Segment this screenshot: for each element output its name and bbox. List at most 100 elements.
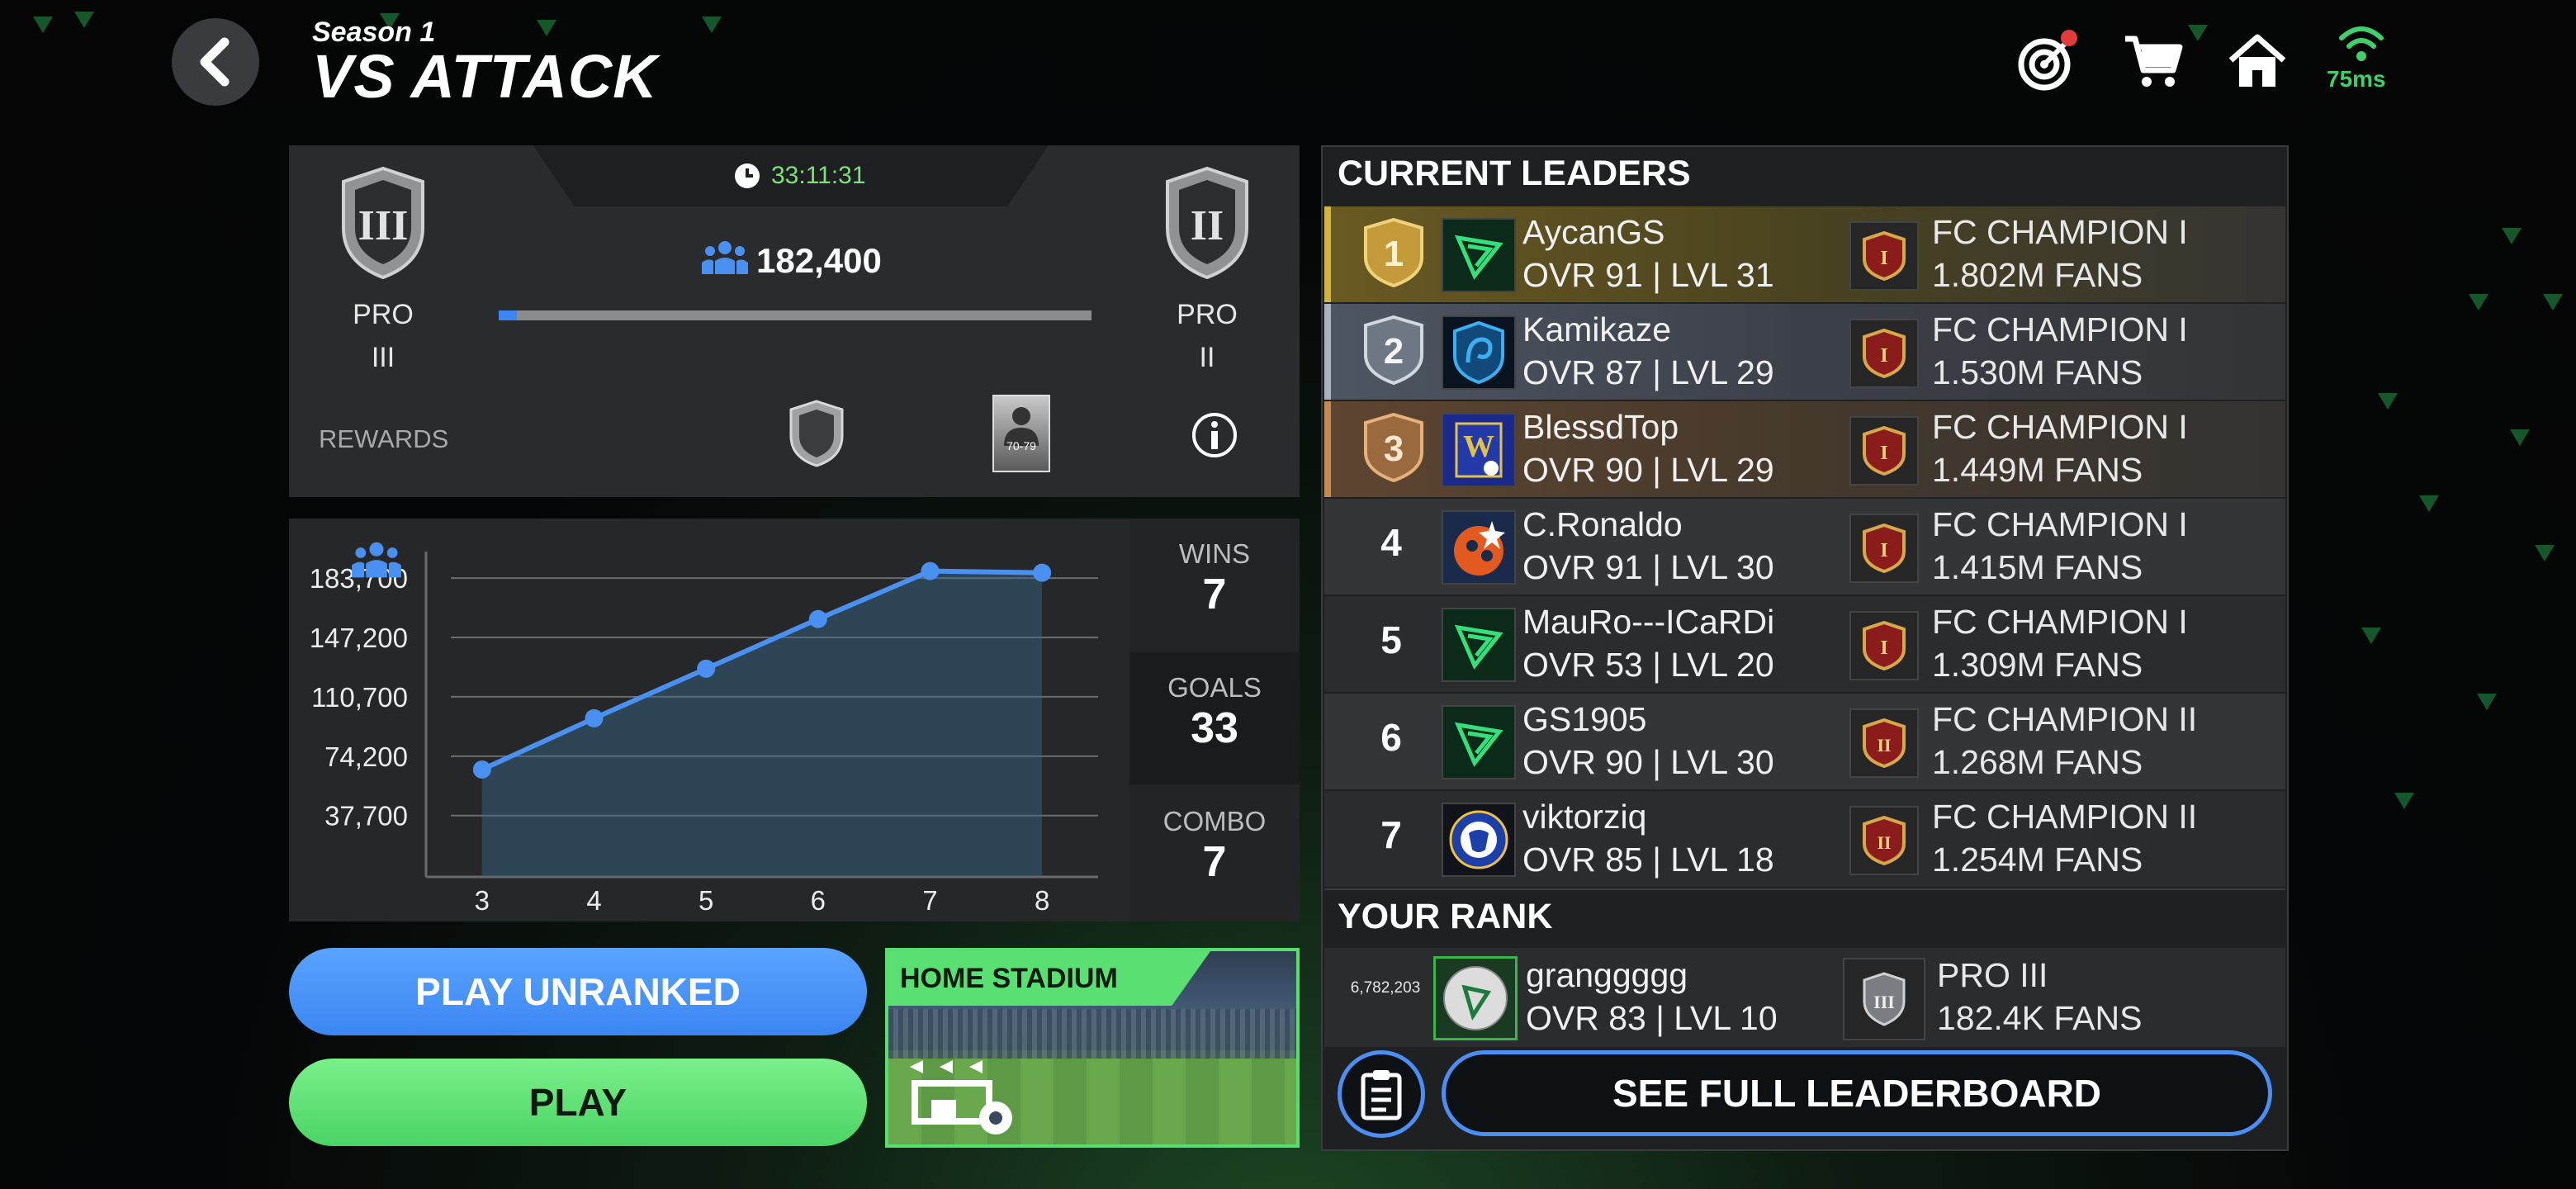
info-button[interactable] [1191, 411, 1238, 463]
leader-stats: OVR 91 | LVL 31 [1522, 256, 1774, 294]
leader-fans: 1.309M FANS [1932, 646, 2143, 684]
next-rank-level: II [1199, 342, 1215, 373]
leader-stats: OVR 90 | LVL 29 [1522, 451, 1774, 489]
leader-position: 6 [1380, 716, 1402, 759]
fans-icon [700, 238, 750, 280]
leader-name: GS1905 [1522, 700, 1647, 738]
your-rank-row[interactable]: 6,782,203 granggggg OVR 83 | LVL 10 III … [1324, 948, 2285, 1047]
leader-stats: OVR 85 | LVL 18 [1522, 841, 1774, 879]
leader-stats: OVR 87 | LVL 29 [1522, 353, 1774, 391]
pro-iii-shield-icon: III [340, 165, 426, 285]
leader-row[interactable]: 5 MauRo---ICaRDi OVR 53 | LVL 20 I FC CH… [1324, 596, 2285, 692]
svg-text:III: III [358, 202, 409, 249]
reward-shield-icon[interactable] [788, 400, 845, 471]
club-crest-icon [1442, 510, 1516, 585]
leader-row[interactable]: 4 C.Ronaldo OVR 91 | LVL 30 I FC CHAMPIO… [1324, 499, 2285, 594]
svg-text:I: I [1880, 345, 1887, 367]
fc-champion-badge-icon: I [1849, 611, 1919, 680]
clipboard-icon [1361, 1070, 1402, 1120]
leader-row[interactable]: 3 W BlessdTop OVR 90 | LVL 29 I FC CHAMP… [1324, 401, 2285, 497]
leader-position: 2 [1384, 331, 1404, 372]
club-crest-icon [1442, 218, 1516, 292]
data-point [808, 609, 827, 628]
y-tick-label: 147,200 [310, 623, 408, 653]
season-progress-bar [499, 310, 1091, 320]
play-unranked-button[interactable]: PLAY UNRANKED [289, 948, 867, 1035]
fc-champion-badge-icon: I [1849, 416, 1919, 486]
club-crest-icon [1442, 608, 1516, 682]
your-fans: 182.4K FANS [1937, 999, 2143, 1037]
svg-text:II: II [1877, 735, 1891, 756]
leader-name: MauRo---ICaRDi [1522, 603, 1775, 641]
leader-position: 4 [1380, 521, 1402, 564]
leader-stats: OVR 91 | LVL 30 [1522, 548, 1774, 586]
back-button[interactable] [172, 18, 259, 106]
wifi-icon [2338, 23, 2384, 67]
club-crest-icon [1442, 315, 1516, 390]
y-tick-label: 37,700 [324, 801, 408, 831]
x-tick-label: 6 [811, 885, 826, 916]
page-title: VS ATTACK [312, 42, 658, 111]
leader-row[interactable]: 7 viktorziq OVR 85 | LVL 18 II FC CHAMPI… [1324, 791, 2285, 887]
goals-label: GOALS [1167, 672, 1262, 703]
stadium-edit-icon [902, 1042, 1025, 1144]
fc-champion-badge-icon: I [1849, 319, 1919, 388]
leader-division: FC CHAMPION I [1932, 603, 2188, 641]
y-tick-label: 74,200 [324, 741, 408, 772]
next-rank-tier: PRO [1177, 299, 1238, 330]
fc-champion-badge-icon: I [1849, 514, 1919, 583]
leader-position: 5 [1380, 618, 1402, 661]
pro-ii-shield-icon: II [1164, 165, 1250, 285]
x-tick-label: 5 [698, 885, 713, 916]
x-tick-label: 4 [586, 885, 601, 916]
chevron-left-icon [200, 37, 230, 87]
store-button[interactable] [2120, 28, 2186, 94]
gold-accent [1324, 206, 1331, 302]
combo-label: COMBO [1163, 806, 1267, 836]
objectives-button[interactable] [2015, 28, 2081, 94]
leader-stats: OVR 53 | LVL 20 [1522, 646, 1774, 684]
fans-chart: 37,70074,200110,700147,200183,7003 4 5 6 7 8 [310, 552, 1098, 916]
see-full-leaderboard-button[interactable]: SEE FULL LEADERBOARD [1442, 1050, 2272, 1136]
play-button[interactable]: PLAY [289, 1059, 867, 1146]
club-crest-icon: W [1442, 413, 1516, 487]
wins-label: WINS [1178, 538, 1251, 569]
leader-fans: 1.449M FANS [1932, 451, 2143, 489]
home-stadium-button[interactable]: HOME STADIUM [885, 948, 1300, 1148]
reward-player-pack[interactable]: 70-79 [992, 395, 1050, 472]
leader-name: C.Ronaldo [1522, 505, 1683, 543]
leader-position: 3 [1384, 429, 1404, 469]
goals-value: 33 [1191, 704, 1238, 752]
chart-fans-icon [350, 538, 403, 584]
leader-division: FC CHAMPION I [1932, 213, 2188, 251]
leaderboard-rewards-button[interactable] [1338, 1050, 1425, 1138]
fc-champion-badge-icon: II [1849, 806, 1919, 875]
data-point [585, 708, 604, 727]
club-crest-icon [1442, 803, 1516, 877]
player-ball-crest-icon [1433, 956, 1518, 1040]
wins-stat: WINS 7 [1129, 538, 1300, 619]
leader-name: Kamikaze [1522, 310, 1672, 348]
leader-row[interactable]: 1 AycanGS OVR 91 | LVL 31 I FC CHAMPION … [1324, 206, 2285, 302]
info-icon [1192, 413, 1237, 457]
leader-row[interactable]: 2 Kamikaze OVR 87 | LVL 29 I FC CHAMPION… [1324, 304, 2285, 400]
svg-text:III: III [1873, 992, 1895, 1012]
silver-medal-icon: 2 [1362, 315, 1423, 394]
your-stats: OVR 83 | LVL 10 [1526, 999, 1778, 1037]
x-tick-label: 8 [1035, 885, 1049, 916]
fc-champion-badge-icon: II [1849, 708, 1919, 778]
data-point [472, 760, 491, 779]
svg-text:I: I [1880, 443, 1887, 464]
leader-position: 7 [1380, 813, 1402, 856]
leader-division: FC CHAMPION I [1932, 408, 2188, 446]
home-icon [2228, 34, 2286, 87]
leader-stats: OVR 90 | LVL 30 [1522, 743, 1774, 781]
club-crest-icon [1442, 705, 1516, 779]
current-rank-level: III [371, 342, 395, 373]
bronze-medal-icon: 3 [1362, 412, 1423, 491]
leader-row[interactable]: 6 GS1905 OVR 90 | LVL 30 II FC CHAMPION … [1324, 694, 2285, 789]
current-leaders-title: CURRENT LEADERS [1338, 154, 1691, 193]
home-button[interactable] [2224, 28, 2290, 94]
y-tick-label: 110,700 [311, 682, 408, 713]
svg-text:I: I [1880, 540, 1887, 561]
